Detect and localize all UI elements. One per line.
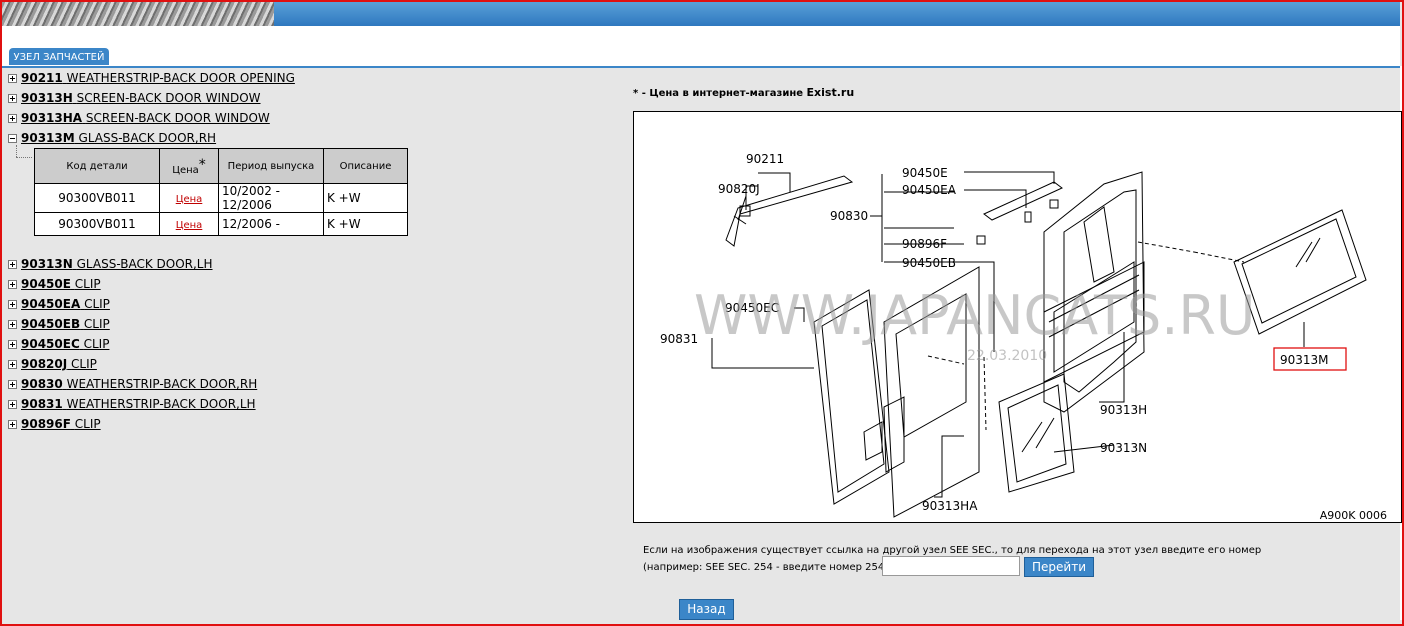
see-sec-instruction: Если на изображения существует ссылка на…: [643, 545, 1262, 556]
tree-item[interactable]: 90313N GLASS-BACK DOOR,LH: [8, 254, 608, 274]
section-number-input[interactable]: [882, 556, 1020, 576]
cell-period: 12/2006 -: [218, 212, 324, 236]
tree-item-link[interactable]: 90313N GLASS-BACK DOOR,LH: [21, 257, 213, 271]
expand-plus-icon[interactable]: [8, 94, 17, 103]
expand-plus-icon[interactable]: [8, 114, 17, 123]
tree-item[interactable]: 90896F CLIP: [8, 414, 608, 434]
label-90450e: 90450E: [902, 166, 948, 180]
expand-plus-icon[interactable]: [8, 74, 17, 83]
tree-item-link[interactable]: 90450EC CLIP: [21, 337, 109, 351]
price-source-note: * - Цена в интернет-магазине Exist.ru: [633, 86, 855, 99]
tree-item-expanded[interactable]: 90313M GLASS-BACK DOOR,RH: [8, 128, 608, 148]
tree-item[interactable]: 90211 WEATHERSTRIP-BACK DOOR OPENING: [8, 68, 608, 88]
table-row: 90300VB011 Цена 12/2006 - K +W: [34, 212, 408, 236]
expand-plus-icon[interactable]: [8, 360, 17, 369]
tree-item[interactable]: 90450E CLIP: [8, 274, 608, 294]
label-90211: 90211: [746, 152, 784, 166]
tree-item[interactable]: 90450EA CLIP: [8, 294, 608, 314]
tree-item-link[interactable]: 90313HA SCREEN-BACK DOOR WINDOW: [21, 111, 270, 125]
tree-item-link[interactable]: 90450E CLIP: [21, 277, 101, 291]
col-header-code: Код детали: [34, 148, 160, 184]
label-90450ea: 90450EA: [902, 183, 957, 197]
col-header-desc: Описание: [323, 148, 408, 184]
label-90830: 90830: [830, 209, 868, 223]
diagram-drawing: 90211 90820J 90830 90450E 90450EA 90896F…: [660, 152, 1367, 518]
tab-parts-unit[interactable]: УЗЕЛ ЗАПЧАСТЕЙ: [9, 48, 109, 65]
tree-item[interactable]: 90820J CLIP: [8, 354, 608, 374]
tree-item[interactable]: 90830 WEATHERSTRIP-BACK DOOR,RH: [8, 374, 608, 394]
label-90896f: 90896F: [902, 237, 947, 251]
table-row: 90300VB011 Цена 10/2002 - 12/2006 K +W: [34, 183, 408, 213]
cell-code: 90300VB011: [34, 212, 160, 236]
tree-item[interactable]: 90450EC CLIP: [8, 334, 608, 354]
tree-connector: [16, 145, 17, 157]
back-button[interactable]: Назад: [679, 599, 734, 620]
tree-item-link[interactable]: 90820J CLIP: [21, 357, 97, 371]
label-90831: 90831: [660, 332, 698, 346]
cell-desc: K +W: [323, 212, 408, 236]
tree-item[interactable]: 90313HA SCREEN-BACK DOOR WINDOW: [8, 108, 608, 128]
label-90313n: 90313N: [1100, 441, 1147, 455]
banner-logo-image: [2, 2, 274, 26]
tree-item[interactable]: 90313H SCREEN-BACK DOOR WINDOW: [8, 88, 608, 108]
tree-item-link[interactable]: 90211 WEATHERSTRIP-BACK DOOR OPENING: [21, 71, 295, 85]
expand-plus-icon[interactable]: [8, 400, 17, 409]
tree-item-link[interactable]: 90313H SCREEN-BACK DOOR WINDOW: [21, 91, 261, 105]
asterisk-note: *: [198, 156, 206, 173]
parts-tree: 90211 WEATHERSTRIP-BACK DOOR OPENING 903…: [8, 68, 608, 434]
label-90313h: 90313H: [1100, 403, 1147, 417]
watermark-text: WWW.JAPANCATS.RU: [694, 284, 1255, 347]
cell-code: 90300VB011: [34, 183, 160, 213]
expand-plus-icon[interactable]: [8, 420, 17, 429]
table-header-row: Код детали Цена* Период выпуска Описание: [34, 148, 408, 184]
price-link[interactable]: Цена: [176, 220, 203, 231]
tree-item-link[interactable]: 90450EA CLIP: [21, 297, 110, 311]
collapse-minus-icon[interactable]: [8, 134, 17, 143]
watermark-date: 22.03.2010: [967, 348, 1047, 364]
tab-strip: [2, 26, 1400, 68]
tree-item-link[interactable]: 90313M GLASS-BACK DOOR,RH: [21, 131, 216, 145]
label-90450eb: 90450EB: [902, 256, 956, 270]
see-sec-example: (например: SEE SEC. 254 - введите номер …: [643, 562, 892, 573]
expand-plus-icon[interactable]: [8, 320, 17, 329]
tree-item-link[interactable]: 90831 WEATHERSTRIP-BACK DOOR,LH: [21, 397, 256, 411]
expand-plus-icon[interactable]: [8, 280, 17, 289]
cell-price: Цена: [159, 212, 219, 236]
tree-item[interactable]: 90450EB CLIP: [8, 314, 608, 334]
go-button[interactable]: Перейти: [1024, 557, 1094, 577]
col-header-period: Период выпуска: [218, 148, 324, 184]
cell-price: Цена: [159, 183, 219, 213]
tree-item-link[interactable]: 90896F CLIP: [21, 417, 101, 431]
cell-desc: K +W: [323, 183, 408, 213]
tree-item[interactable]: 90831 WEATHERSTRIP-BACK DOOR,LH: [8, 394, 608, 414]
parts-diagram[interactable]: 90211 90820J 90830 90450E 90450EA 90896F…: [633, 111, 1402, 523]
expand-plus-icon[interactable]: [8, 260, 17, 269]
expand-plus-icon[interactable]: [8, 380, 17, 389]
col-header-price: Цена*: [159, 148, 219, 184]
diagram-code: A900K 0006: [1319, 509, 1387, 522]
tree-item-link[interactable]: 90830 WEATHERSTRIP-BACK DOOR,RH: [21, 377, 257, 391]
expand-plus-icon[interactable]: [8, 300, 17, 309]
expand-plus-icon[interactable]: [8, 340, 17, 349]
label-90820j: 90820J: [718, 182, 760, 196]
label-90313m: 90313M: [1280, 353, 1329, 367]
tree-item-link[interactable]: 90450EB CLIP: [21, 317, 110, 331]
label-90313ha: 90313HA: [922, 499, 978, 513]
price-link[interactable]: Цена: [176, 194, 203, 205]
parts-table: Код детали Цена* Период выпуска Описание…: [34, 148, 408, 236]
tree-connector: [16, 157, 32, 158]
cell-period: 10/2002 - 12/2006: [218, 183, 324, 213]
